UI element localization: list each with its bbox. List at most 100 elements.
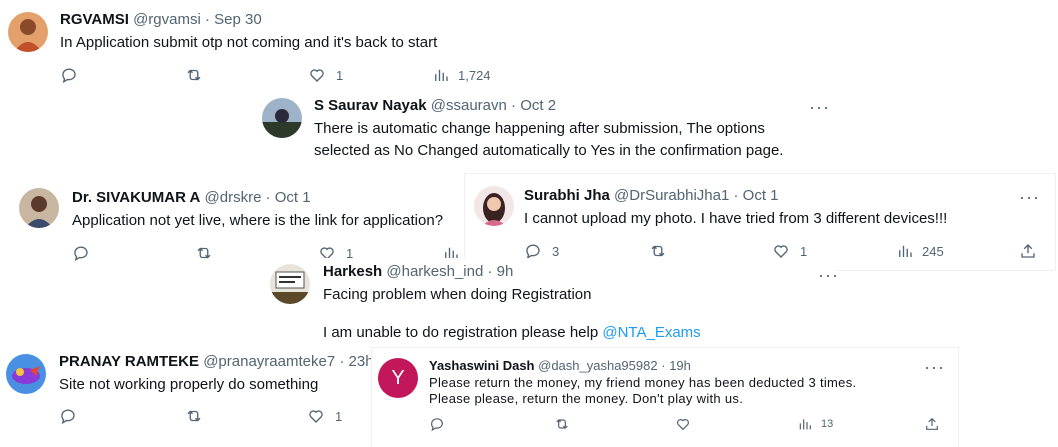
- avatar[interactable]: [262, 98, 302, 138]
- like-button[interactable]: 1: [307, 407, 342, 425]
- tweet-text: I cannot upload my photo. I have tried f…: [524, 210, 948, 227]
- reply-button[interactable]: [60, 66, 78, 84]
- views-button[interactable]: 13: [797, 416, 833, 432]
- tweet-text-line-2: Please please, return the money. Don't p…: [429, 391, 744, 406]
- tweet-text-line-2-wrap: I am unable to do registration please he…: [323, 322, 823, 344]
- heart-icon: [310, 69, 324, 82]
- avatar-image: [8, 12, 48, 52]
- author-handle[interactable]: @rgvamsi: [133, 11, 201, 28]
- author-name[interactable]: RGVAMSI: [60, 11, 129, 28]
- repost-icon: [197, 247, 211, 259]
- more-options-button[interactable]: ···: [924, 358, 945, 376]
- like-count: 1: [800, 243, 808, 259]
- separator-dot: ·: [511, 97, 517, 114]
- reply-button[interactable]: [59, 407, 77, 425]
- avatar-image: [270, 264, 310, 304]
- separator-dot: ·: [487, 263, 493, 280]
- tweet-text-line-1: Please return the money, my friend money…: [429, 375, 857, 390]
- view-count: 1,724: [458, 67, 491, 83]
- avatar[interactable]: [19, 188, 59, 228]
- separator-dot: ·: [733, 187, 739, 204]
- tweet-card-pranay[interactable]: PRANAY RAMTEKE @pranayraamteke7 · 23h Si…: [0, 344, 372, 447]
- share-button[interactable]: [924, 416, 940, 432]
- author-handle[interactable]: @pranayraamteke7: [203, 353, 335, 370]
- author-handle[interactable]: @dash_yasha95982: [538, 358, 657, 373]
- mention-link[interactable]: @NTA_Exams: [602, 324, 700, 341]
- repost-button[interactable]: [195, 244, 213, 262]
- views-icon: [435, 69, 448, 81]
- timestamp[interactable]: Oct 1: [743, 187, 779, 204]
- view-count: 245: [922, 243, 944, 259]
- timestamp[interactable]: Oct 2: [520, 97, 556, 114]
- avatar-image: [262, 98, 302, 138]
- share-icon: [926, 417, 938, 430]
- like-button[interactable]: [675, 416, 691, 432]
- avatar[interactable]: [8, 12, 48, 52]
- timestamp[interactable]: 9h: [497, 263, 514, 280]
- like-button[interactable]: 1: [308, 66, 343, 84]
- avatar-image: [474, 186, 514, 226]
- tweet-text: Application not yet live, where is the l…: [72, 212, 444, 229]
- tweet-card-yashaswini[interactable]: Y Yashaswini Dash @dash_yasha95982 · 19h…: [372, 348, 958, 447]
- avatar[interactable]: [6, 354, 46, 394]
- view-count: 13: [821, 418, 834, 430]
- tweet-text: There is automatic change happening afte…: [314, 120, 784, 159]
- more-options-button[interactable]: ···: [818, 266, 836, 284]
- author-name[interactable]: Yashaswini Dash: [429, 358, 535, 373]
- repost-icon: [556, 419, 568, 429]
- avatar[interactable]: Y: [378, 358, 418, 398]
- timestamp[interactable]: Oct 1: [275, 189, 311, 206]
- repost-button[interactable]: [185, 66, 203, 84]
- author-name[interactable]: S Saurav Nayak: [314, 97, 427, 114]
- views-button[interactable]: 245: [896, 242, 944, 260]
- separator-dot: ·: [661, 358, 666, 373]
- like-count: 1: [336, 67, 344, 83]
- author-name[interactable]: Harkesh: [323, 263, 382, 280]
- author-handle[interactable]: @ssauravn: [431, 97, 507, 114]
- author-name[interactable]: PRANAY RAMTEKE: [59, 353, 199, 370]
- reply-icon: [74, 246, 88, 262]
- author-handle[interactable]: @drskre: [205, 189, 262, 206]
- author-handle[interactable]: @harkesh_ind: [386, 263, 483, 280]
- avatar-initial: Y: [391, 367, 405, 389]
- heart-icon: [309, 410, 323, 423]
- author-handle[interactable]: @DrSurabhiJha1: [614, 187, 729, 204]
- tweet-card-saurav[interactable]: S Saurav Nayak @ssauravn · Oct 2 ··· The…: [255, 88, 833, 170]
- timestamp[interactable]: Sep 30: [214, 11, 262, 28]
- tweet-text-line-1: Facing problem when doing Registration: [323, 286, 592, 303]
- reply-icon: [61, 409, 75, 425]
- reply-button[interactable]: [72, 244, 90, 262]
- reply-icon: [62, 68, 76, 84]
- like-count: 1: [335, 408, 343, 424]
- tweet-text: In Application submit otp not coming and…: [60, 34, 438, 51]
- tweet-card-harkesh[interactable]: Harkesh @harkesh_ind · 9h ··· Facing pro…: [264, 258, 836, 348]
- tweet-text-line-2: I am unable to do registration please he…: [323, 324, 599, 341]
- repost-icon: [187, 69, 201, 81]
- share-button[interactable]: [1019, 242, 1037, 260]
- reply-button[interactable]: [429, 416, 445, 432]
- views-icon: [799, 419, 811, 430]
- separator-dot: ·: [265, 189, 271, 206]
- heart-icon: [677, 419, 689, 431]
- tweet-text: Site not working properly do something: [59, 376, 319, 393]
- avatar-image: [6, 354, 46, 394]
- avatar[interactable]: [474, 186, 514, 226]
- more-options-button[interactable]: ···: [1019, 188, 1040, 206]
- repost-icon: [187, 410, 201, 422]
- author-name[interactable]: Dr. SIVAKUMAR A: [72, 189, 200, 206]
- repost-button[interactable]: [554, 416, 570, 432]
- tweet-card-surabhi[interactable]: Surabhi Jha @DrSurabhiJha1 · Oct 1 ··· I…: [465, 174, 1055, 270]
- separator-dot: ·: [339, 353, 345, 370]
- author-name[interactable]: Surabhi Jha: [524, 187, 610, 204]
- views-button[interactable]: 1,724: [432, 66, 491, 84]
- timestamp[interactable]: 19h: [669, 358, 691, 373]
- repost-button[interactable]: [185, 407, 203, 425]
- timestamp[interactable]: 23h: [349, 353, 372, 370]
- tweet-card-rgvamsi[interactable]: RGVAMSI @rgvamsi · Sep 30 In Application…: [0, 0, 545, 88]
- separator-dot: ·: [204, 11, 210, 28]
- reply-count: 3: [552, 243, 560, 259]
- share-icon: [1021, 244, 1035, 258]
- reply-icon: [431, 418, 443, 432]
- more-options-button[interactable]: ···: [809, 98, 830, 116]
- avatar[interactable]: [270, 264, 310, 304]
